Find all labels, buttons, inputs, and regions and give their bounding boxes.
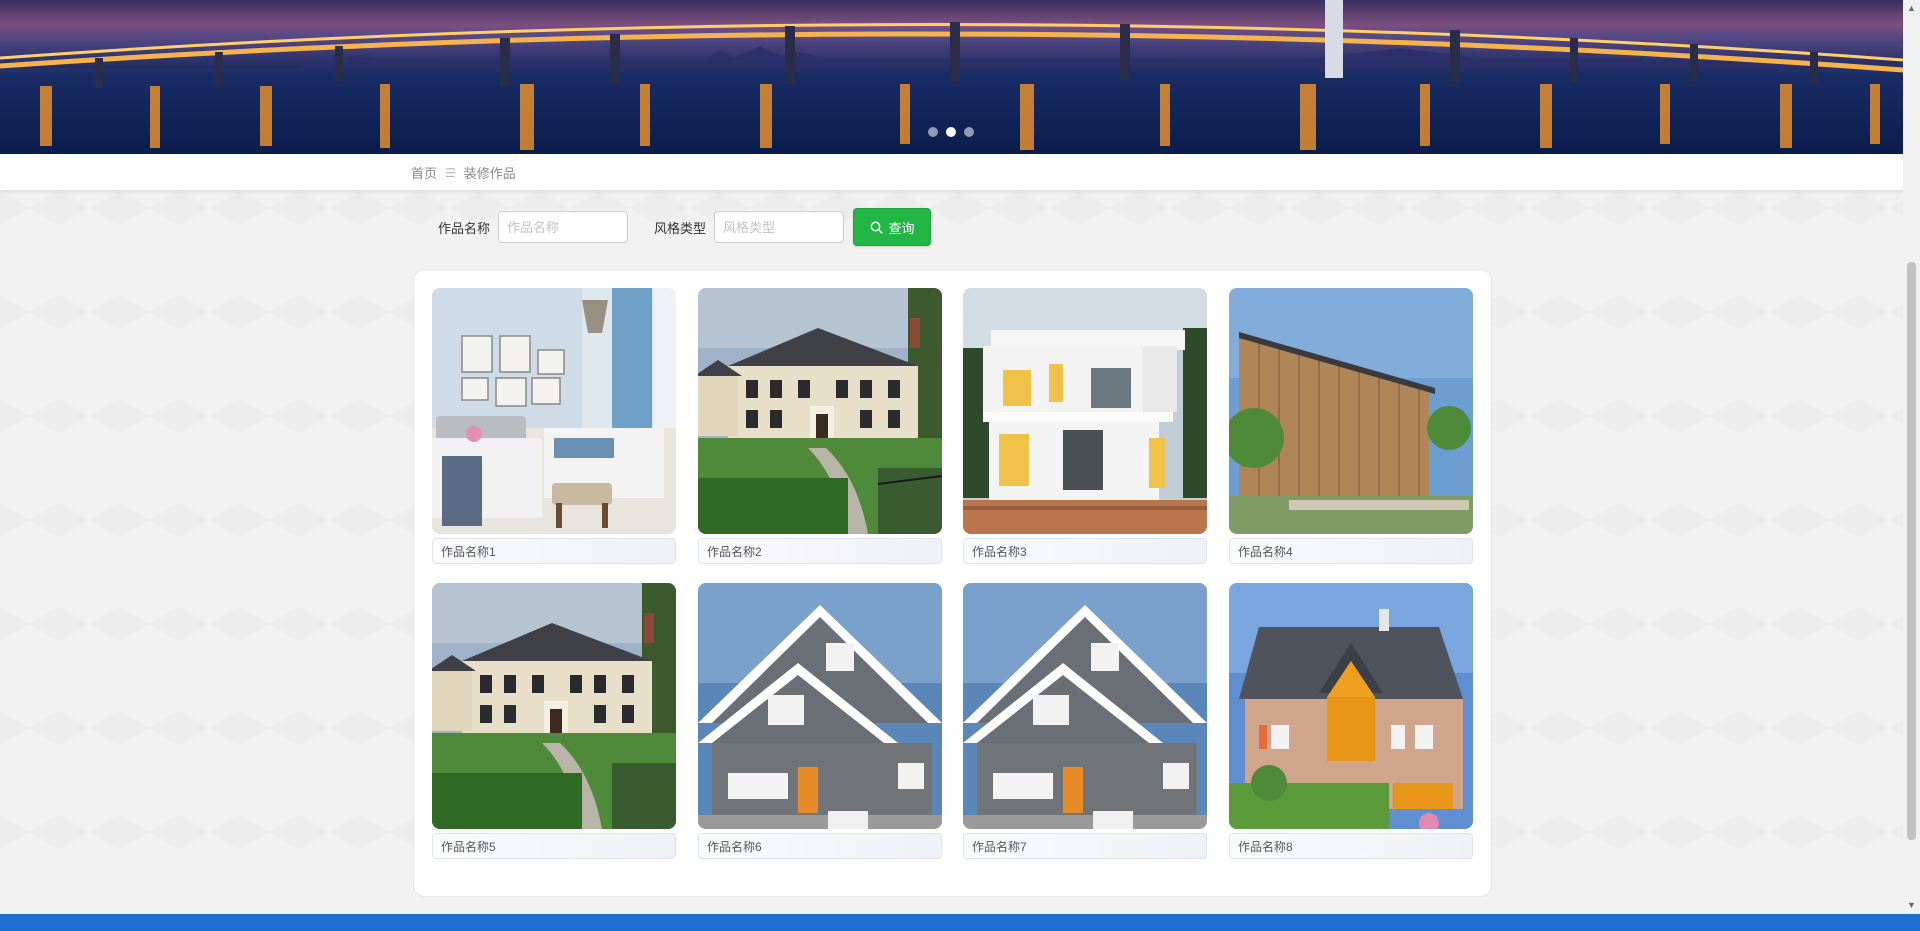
work-image-gray-craftsman-house[interactable]: [963, 583, 1207, 829]
carousel-dot-2[interactable]: [946, 127, 956, 137]
style-type-label: 风格类型: [654, 220, 707, 236]
work-title[interactable]: 作品名称4: [1229, 538, 1473, 564]
search-form: 作品名称 风格类型 查询: [438, 208, 932, 246]
work-card[interactable]: 作品名称5: [432, 583, 676, 859]
breadcrumb-home-link[interactable]: 首页: [411, 163, 437, 182]
work-name-input[interactable]: [498, 211, 629, 243]
work-card[interactable]: 作品名称3: [963, 288, 1207, 564]
works-panel: 作品名称1 作品名称2 作品名称3 作品名称4 作品名称5 作品名称6 作品名称…: [413, 269, 1492, 897]
work-image-wooden-house[interactable]: [1229, 288, 1473, 534]
work-title[interactable]: 作品名称6: [698, 833, 942, 859]
work-title[interactable]: 作品名称3: [963, 538, 1207, 564]
style-type-input[interactable]: [714, 211, 845, 243]
work-image-modern-white-villa[interactable]: [963, 288, 1207, 534]
work-card[interactable]: 作品名称4: [1229, 288, 1473, 564]
scrollbar-thumb[interactable]: [1907, 262, 1916, 840]
work-card[interactable]: 作品名称6: [698, 583, 942, 859]
work-image-brick-house[interactable]: [1229, 583, 1473, 829]
search-icon: [870, 221, 883, 234]
work-title[interactable]: 作品名称5: [432, 833, 676, 859]
scroll-up-icon[interactable]: ▲: [1903, 0, 1920, 17]
work-title[interactable]: 作品名称1: [432, 538, 676, 564]
carousel-indicators: [928, 127, 974, 137]
work-card[interactable]: 作品名称7: [963, 583, 1207, 859]
breadcrumb-separator-icon: ☰: [445, 165, 456, 180]
scroll-down-icon[interactable]: ▼: [1903, 897, 1920, 914]
carousel-dot-3[interactable]: [964, 127, 974, 137]
query-button[interactable]: 查询: [853, 208, 932, 246]
breadcrumb-current[interactable]: 装修作品: [464, 163, 516, 182]
carousel-dot-1[interactable]: [928, 127, 938, 137]
banner-carousel[interactable]: [0, 0, 1903, 154]
work-title[interactable]: 作品名称7: [963, 833, 1207, 859]
work-image-gray-craftsman-house[interactable]: [698, 583, 942, 829]
query-button-label: 查询: [888, 220, 915, 236]
work-title[interactable]: 作品名称8: [1229, 833, 1473, 859]
work-image-bedroom[interactable]: [432, 288, 676, 534]
work-card[interactable]: 作品名称8: [1229, 583, 1473, 859]
work-card[interactable]: 作品名称1: [432, 288, 676, 564]
breadcrumb: 首页 ☰ 装修作品: [411, 163, 516, 182]
page-scrollbar[interactable]: ▲ ▼: [1903, 0, 1920, 914]
work-image-colonial-house[interactable]: [432, 583, 676, 829]
footer-bar: [0, 914, 1920, 931]
breadcrumb-bar: 首页 ☰ 装修作品: [0, 154, 1903, 190]
work-name-label: 作品名称: [438, 220, 491, 236]
work-card[interactable]: 作品名称2: [698, 288, 942, 564]
work-title[interactable]: 作品名称2: [698, 538, 942, 564]
work-image-colonial-house[interactable]: [698, 288, 942, 534]
